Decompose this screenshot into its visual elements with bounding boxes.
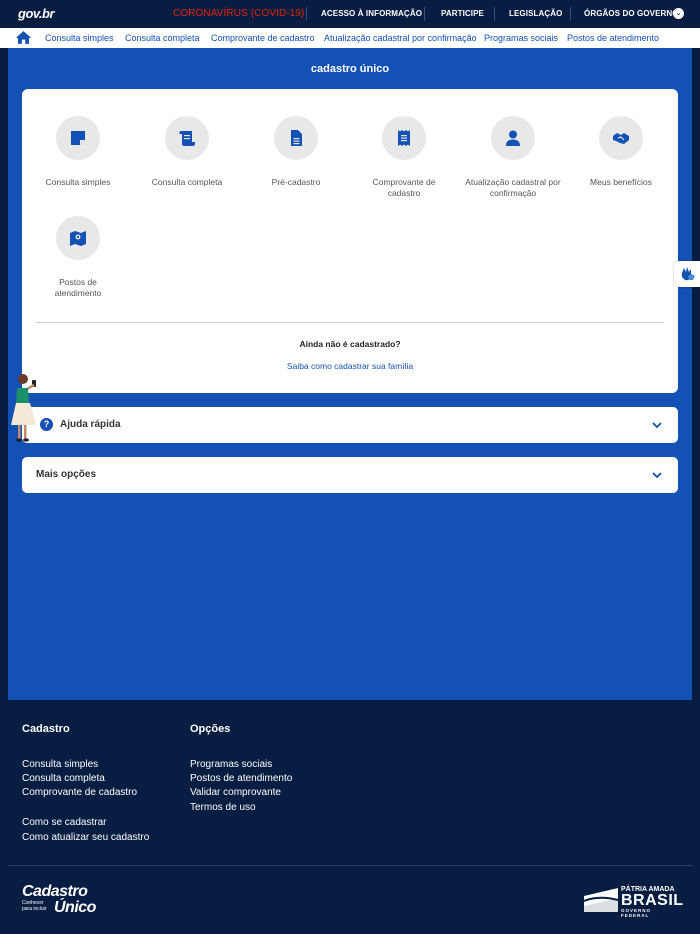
- service-consulta-simples[interactable]: Consulta simples: [23, 116, 133, 188]
- covid-link[interactable]: CORONAVÍRUS (COVID-19): [173, 8, 304, 19]
- service-label: Pré-cadastro: [271, 177, 321, 187]
- footer-link[interactable]: Como se cadastrar: [22, 817, 106, 828]
- accordion-ajuda-rapida[interactable]: ? Ajuda rápida: [22, 407, 678, 443]
- cadastro-unico-logo[interactable]: Cadastro Conhecer para incluir Único: [22, 884, 112, 917]
- accordion-mais-opcoes[interactable]: Mais opções: [22, 457, 678, 493]
- footer-link[interactable]: Programas sociais: [190, 759, 272, 770]
- service-pre-cadastro[interactable]: Pré-cadastro: [241, 116, 351, 188]
- chevron-down-icon[interactable]: [652, 420, 662, 430]
- footer-link[interactable]: Validar comprovante: [190, 787, 281, 798]
- nav-atualizacao[interactable]: Atualização cadastral por confirmação: [324, 33, 477, 43]
- chevron-down-icon[interactable]: ⌄: [673, 8, 684, 19]
- not-registered-text: Ainda não é cadastrado?: [299, 339, 401, 349]
- service-label: Consulta simples: [45, 177, 111, 187]
- gov-bar: gov.br CORONAVÍRUS (COVID-19) ACESSO À I…: [0, 0, 700, 28]
- footer-link[interactable]: Termos de uso: [190, 802, 256, 813]
- accordion-label: Ajuda rápida: [60, 419, 121, 430]
- govbr-logo[interactable]: gov.br: [18, 6, 55, 21]
- divider: [8, 865, 692, 866]
- nav-programas-sociais[interactable]: Programas sociais: [484, 33, 558, 43]
- main-content: cadastro único Consulta simples Consulta…: [8, 48, 692, 700]
- service-label: Consulta completa: [151, 177, 223, 187]
- person-illustration: [11, 374, 36, 442]
- home-icon[interactable]: [15, 30, 32, 45]
- service-label: Postos de atendimento: [54, 277, 102, 298]
- legislacao-link[interactable]: LEGISLAÇÃO: [509, 9, 562, 18]
- sticky-note-icon: [71, 131, 85, 145]
- question-icon: ?: [40, 418, 53, 431]
- accordion-label: Mais opções: [36, 469, 97, 480]
- patria-amada-brasil-logo[interactable]: PÁTRIA AMADA BRASIL GOVERNO FEDERAL: [584, 886, 683, 918]
- service-label: Meus benefícios: [590, 177, 652, 187]
- document-icon: [291, 130, 302, 146]
- divider: [494, 7, 495, 21]
- service-label: Comprovante de cadastro: [372, 177, 436, 198]
- receipt-icon: [398, 130, 410, 146]
- how-to-register-link[interactable]: Saiba como cadastrar sua família: [22, 361, 678, 371]
- footer-link[interactable]: Postos de atendimento: [190, 773, 292, 784]
- page-title: cadastro único: [310, 63, 390, 75]
- nav-bar: Consulta simples Consulta completa Compr…: [0, 28, 700, 48]
- scroll-icon: [179, 131, 195, 146]
- divider: [424, 7, 425, 21]
- participe-link[interactable]: PARTICIPE: [441, 9, 484, 18]
- orgaos-governo-link[interactable]: ÓRGÃOS DO GOVERNO: [584, 9, 679, 18]
- chevron-down-icon[interactable]: [652, 470, 662, 480]
- service-consulta-completa[interactable]: Consulta completa: [132, 116, 242, 188]
- vlibras-widget[interactable]: [674, 261, 700, 287]
- footer-heading-opcoes: Opções: [190, 723, 231, 735]
- nav-consulta-completa[interactable]: Consulta completa: [125, 33, 200, 43]
- divider: [570, 7, 571, 21]
- brasil-flag-icon: [584, 888, 618, 912]
- service-atualizacao[interactable]: Atualização cadastral por confirmação: [458, 116, 568, 199]
- footer-link[interactable]: Como atualizar seu cadastro: [22, 832, 149, 843]
- divider: [36, 322, 664, 323]
- footer-link[interactable]: Comprovante de cadastro: [22, 787, 137, 798]
- divider: [306, 7, 307, 21]
- footer: Cadastro Consulta simples Consulta compl…: [0, 700, 700, 934]
- handshake-icon: [613, 133, 629, 144]
- services-card: Consulta simples Consulta completa Pré-c…: [22, 89, 678, 393]
- nav-comprovante[interactable]: Comprovante de cadastro: [211, 33, 315, 43]
- footer-heading-cadastro: Cadastro: [22, 723, 70, 735]
- map-icon: [70, 231, 86, 246]
- sign-language-icon: [682, 267, 695, 281]
- service-meus-beneficios[interactable]: Meus benefícios: [566, 116, 676, 188]
- acesso-informacao-link[interactable]: ACESSO À INFORMAÇÃO: [321, 9, 422, 18]
- footer-link[interactable]: Consulta simples: [22, 759, 98, 770]
- service-label: Atualização cadastral por confirmação: [465, 177, 561, 198]
- nav-postos-atendimento[interactable]: Postos de atendimento: [567, 33, 659, 43]
- service-comprovante[interactable]: Comprovante de cadastro: [349, 116, 459, 199]
- nav-consulta-simples[interactable]: Consulta simples: [45, 33, 114, 43]
- service-postos-atendimento[interactable]: Postos de atendimento: [23, 216, 133, 299]
- user-icon: [506, 130, 520, 146]
- footer-link[interactable]: Consulta completa: [22, 773, 105, 784]
